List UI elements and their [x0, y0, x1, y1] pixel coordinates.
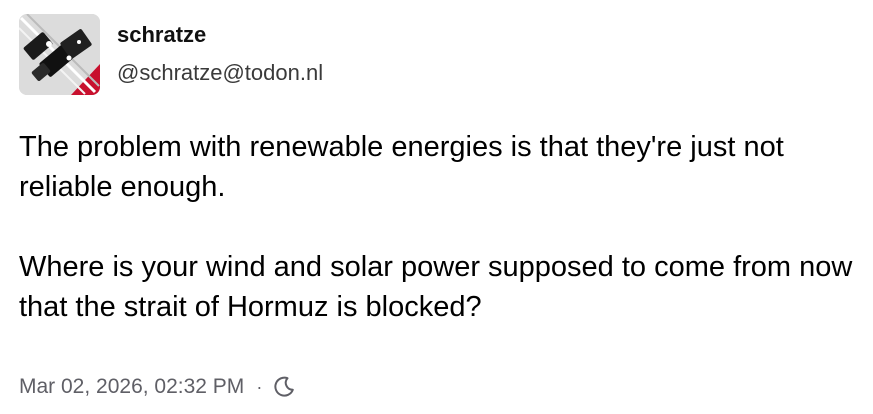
post-paragraph: Where is your wind and solar power suppo… [19, 251, 853, 323]
author-handle[interactable]: @schratze@todon.nl [117, 58, 323, 88]
moon-icon [272, 375, 296, 399]
post-content: The problem with renewable energies is t… [19, 127, 859, 327]
meta-separator: · [256, 377, 263, 397]
avatar-image [19, 14, 100, 95]
post-meta: Mar 02, 2026, 02:32 PM · [19, 372, 296, 402]
post-paragraph: The problem with renewable energies is t… [19, 131, 784, 203]
post-card: schratze @schratze@todon.nl The problem … [0, 0, 873, 414]
avatar[interactable] [19, 14, 100, 95]
post-timestamp[interactable]: Mar 02, 2026, 02:32 PM [19, 372, 244, 402]
author-block: schratze @schratze@todon.nl [117, 20, 323, 88]
author-display-name[interactable]: schratze [117, 20, 323, 50]
